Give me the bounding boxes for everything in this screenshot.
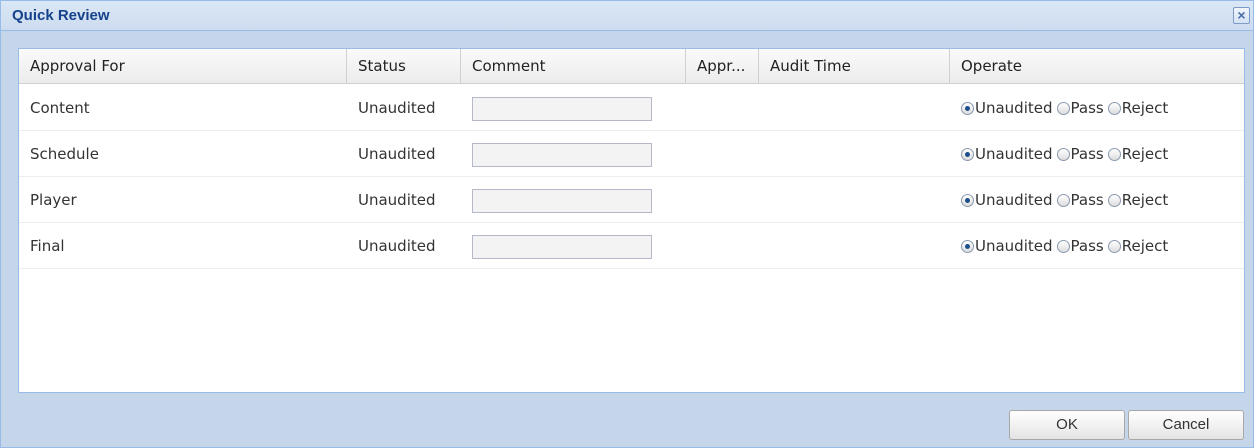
- column-header-comment[interactable]: Comment: [461, 49, 686, 84]
- radio-pass[interactable]: Pass: [1056, 131, 1104, 177]
- radio-unchecked-icon: [1056, 101, 1070, 115]
- column-header-approval-for[interactable]: Approval For: [19, 49, 347, 84]
- comment-input[interactable]: [472, 143, 652, 167]
- radio-unchecked-icon: [1056, 239, 1070, 253]
- radio-label: Unaudited: [975, 237, 1053, 255]
- operate-radio-group: Unaudited Pass Reject: [961, 85, 1172, 131]
- column-header-approver[interactable]: Appr...: [686, 49, 759, 84]
- radio-label: Unaudited: [975, 145, 1053, 163]
- radio-reject[interactable]: Reject: [1107, 177, 1169, 223]
- radio-pass[interactable]: Pass: [1056, 223, 1104, 269]
- radio-label: Unaudited: [975, 191, 1053, 209]
- radio-label: Pass: [1070, 99, 1104, 117]
- table-row[interactable]: Content Unaudited Unaudited Pass Reject: [19, 85, 1244, 131]
- radio-label: Reject: [1121, 99, 1169, 117]
- cell-approval-for: Content: [30, 99, 90, 117]
- radio-label: Reject: [1121, 145, 1169, 163]
- radio-pass[interactable]: Pass: [1056, 177, 1104, 223]
- radio-unchecked-icon: [1107, 147, 1121, 161]
- radio-checked-icon: [961, 239, 974, 253]
- ok-button[interactable]: OK: [1009, 410, 1125, 440]
- radio-unaudited[interactable]: Unaudited: [961, 85, 1053, 131]
- operate-radio-group: Unaudited Pass Reject: [961, 223, 1172, 269]
- dialog-title: Quick Review: [12, 7, 110, 24]
- radio-label: Pass: [1070, 237, 1104, 255]
- cell-status: Unaudited: [358, 99, 436, 117]
- table-row[interactable]: Final Unaudited Unaudited Pass Reject: [19, 223, 1244, 269]
- comment-input[interactable]: [472, 189, 652, 213]
- grid-header: Approval For Status Comment Appr... Audi…: [19, 49, 1244, 84]
- radio-unchecked-icon: [1107, 239, 1121, 253]
- cell-status: Unaudited: [358, 237, 436, 255]
- radio-unaudited[interactable]: Unaudited: [961, 223, 1053, 269]
- close-icon[interactable]: ×: [1233, 7, 1250, 24]
- radio-unaudited[interactable]: Unaudited: [961, 177, 1053, 223]
- operate-radio-group: Unaudited Pass Reject: [961, 131, 1172, 177]
- radio-label: Pass: [1070, 191, 1104, 209]
- radio-reject[interactable]: Reject: [1107, 85, 1169, 131]
- cell-approval-for: Final: [30, 237, 65, 255]
- cell-status: Unaudited: [358, 145, 436, 163]
- quick-review-dialog: Quick Review × Approval For Status Comme…: [0, 0, 1254, 448]
- operate-radio-group: Unaudited Pass Reject: [961, 177, 1172, 223]
- radio-label: Pass: [1070, 145, 1104, 163]
- radio-unchecked-icon: [1107, 193, 1121, 207]
- radio-label: Reject: [1121, 237, 1169, 255]
- dialog-titlebar[interactable]: Quick Review ×: [1, 1, 1253, 31]
- radio-pass[interactable]: Pass: [1056, 85, 1104, 131]
- cell-status: Unaudited: [358, 191, 436, 209]
- table-row[interactable]: Schedule Unaudited Unaudited Pass Reject: [19, 131, 1244, 177]
- radio-checked-icon: [961, 193, 974, 207]
- review-grid: Approval For Status Comment Appr... Audi…: [18, 48, 1245, 393]
- radio-label: Unaudited: [975, 99, 1053, 117]
- radio-unchecked-icon: [1056, 147, 1070, 161]
- cell-approval-for: Player: [30, 191, 77, 209]
- column-header-status[interactable]: Status: [347, 49, 461, 84]
- radio-checked-icon: [961, 101, 974, 115]
- comment-input[interactable]: [472, 97, 652, 121]
- comment-input[interactable]: [472, 235, 652, 259]
- cell-approval-for: Schedule: [30, 145, 99, 163]
- column-header-audit-time[interactable]: Audit Time: [759, 49, 950, 84]
- table-row[interactable]: Player Unaudited Unaudited Pass Reject: [19, 177, 1244, 223]
- cancel-button[interactable]: Cancel: [1128, 410, 1244, 440]
- radio-reject[interactable]: Reject: [1107, 223, 1169, 269]
- radio-reject[interactable]: Reject: [1107, 131, 1169, 177]
- column-header-operate[interactable]: Operate: [950, 49, 1244, 84]
- radio-unchecked-icon: [1056, 193, 1070, 207]
- radio-checked-icon: [961, 147, 974, 161]
- radio-unaudited[interactable]: Unaudited: [961, 131, 1053, 177]
- radio-unchecked-icon: [1107, 101, 1121, 115]
- radio-label: Reject: [1121, 191, 1169, 209]
